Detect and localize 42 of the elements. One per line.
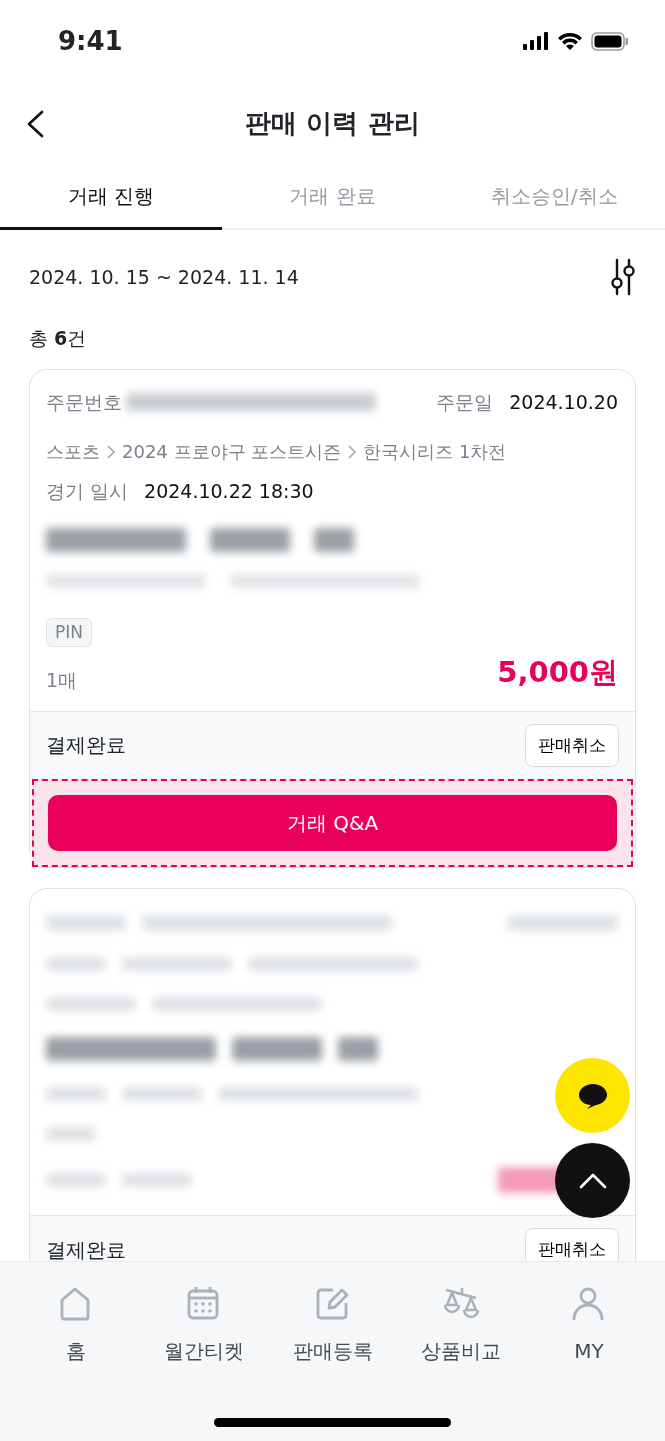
chevron-icon [106, 443, 116, 460]
order-date: 2024.10.20 [509, 389, 618, 415]
chevron-up-icon [577, 1171, 608, 1190]
cancel-sale-button[interactable]: 판매취소 [525, 723, 619, 767]
event-datetime: 2024.10.22 18:30 [144, 479, 314, 504]
ticket-quantity: 1매 [46, 668, 78, 693]
nav-tab[interactable]: 판매등록 [268, 1262, 397, 1441]
page-title: 판매 이력 관리 [245, 106, 420, 140]
cancel-sale-button[interactable]: 판매취소 [525, 1228, 619, 1261]
total-count: 총 6건 [29, 326, 88, 351]
edit-icon [314, 1286, 351, 1322]
signal-icon [523, 32, 549, 50]
breadcrumb-item: 한국시리즈 1차전 [363, 440, 507, 464]
filter-icon[interactable] [610, 258, 636, 296]
pin-tag: PIN [46, 617, 92, 647]
blurred-text [46, 1087, 106, 1101]
blurred-text [338, 1037, 378, 1061]
breadcrumb-item: 2024 프로야구 포스트시즌 [122, 440, 342, 464]
blurred-text [46, 957, 106, 971]
field-label: 주문일 [436, 389, 494, 415]
wifi-icon [557, 31, 583, 51]
speech-bubble-icon [577, 1081, 608, 1110]
date-range: 2024. 10. 15 ~ 2024. 11. 14 [29, 264, 299, 290]
nav-tab[interactable]: 상품비교 [396, 1262, 525, 1441]
blurred-text [46, 1127, 96, 1141]
status-time: 9:41 [58, 24, 123, 58]
field-label: 주문번호 [46, 389, 122, 415]
order-status: 결제완료 [46, 732, 126, 760]
qa-button[interactable]: 거래 Q&A [48, 795, 617, 851]
battery-icon [591, 31, 629, 51]
tab[interactable]: 거래 진행 [0, 164, 222, 230]
nav-tab[interactable]: MY [524, 1262, 653, 1441]
order-status: 결제완료 [46, 1236, 126, 1261]
field-label: 경기 일시 [46, 479, 129, 504]
nav-tab[interactable]: 홈 [12, 1262, 141, 1441]
breadcrumb-item: 스포츠 [46, 440, 100, 464]
blurred-text [122, 1173, 192, 1187]
blurred-text [314, 527, 354, 552]
chevron-icon [347, 443, 358, 460]
nav-tab[interactable]: 월간티켓 [140, 1262, 269, 1441]
blurred-text [46, 1173, 106, 1187]
price: 5,000원 [497, 654, 618, 691]
